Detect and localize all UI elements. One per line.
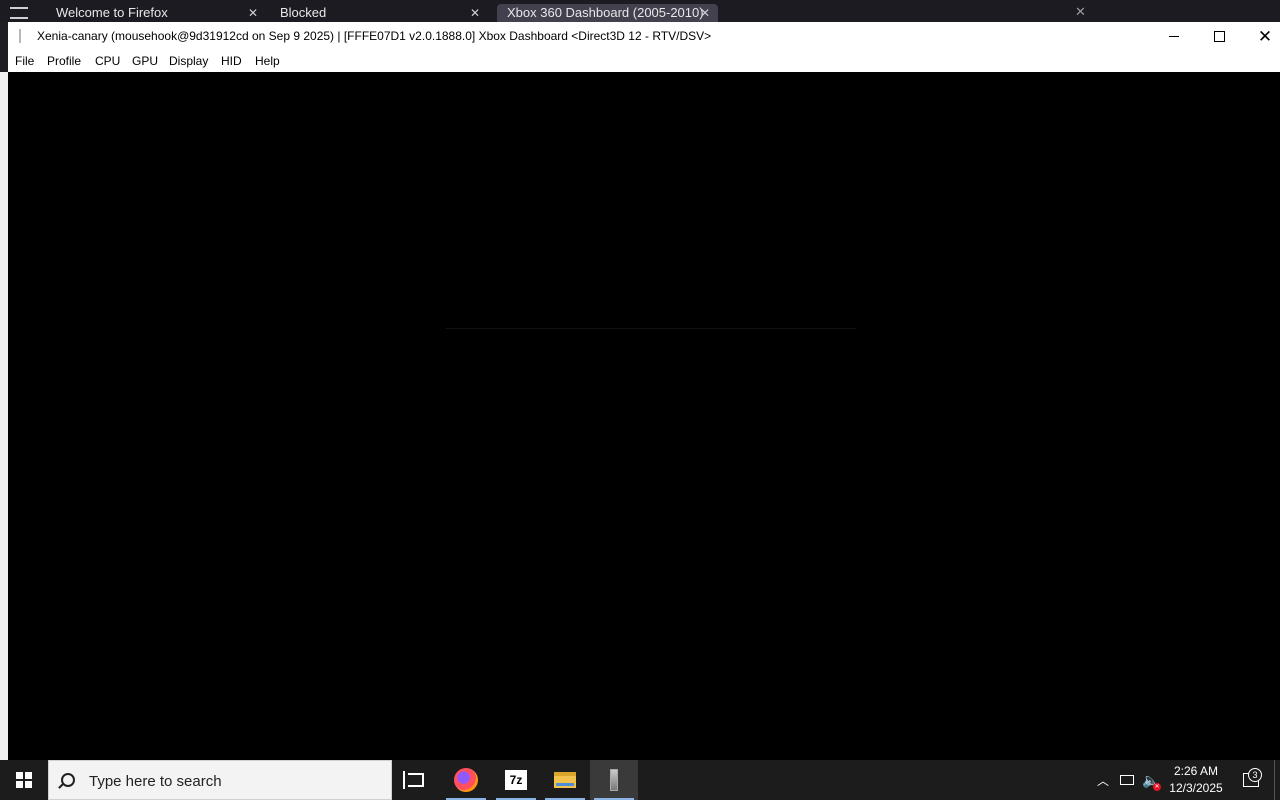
- taskbar-firefox[interactable]: [442, 760, 490, 800]
- task-view-icon: [403, 771, 424, 789]
- taskbar-7zip[interactable]: 7z: [492, 760, 540, 800]
- 7zip-icon: 7z: [505, 770, 527, 790]
- menu-cpu[interactable]: CPU: [95, 54, 120, 68]
- browser-tab[interactable]: Blocked ✕: [270, 4, 488, 22]
- xenia-icon: [610, 769, 618, 791]
- task-view-button[interactable]: [392, 760, 440, 800]
- tab-label: Blocked: [280, 5, 327, 20]
- minimize-button[interactable]: [1151, 22, 1197, 50]
- background-window-edge: [0, 72, 8, 760]
- taskbar-xenia[interactable]: [590, 760, 638, 800]
- notification-count: 3: [1248, 768, 1262, 782]
- browser-tab-active[interactable]: Xbox 360 Dashboard (2005-2010) ✕: [497, 4, 718, 22]
- background-browser-tabstrip: Welcome to Firefox ✕ Blocked ✕ Xbox 360 Da…: [0, 0, 1280, 22]
- maximize-button[interactable]: [1196, 22, 1242, 50]
- app-icon: [19, 29, 27, 43]
- close-icon[interactable]: ✕: [700, 4, 710, 22]
- volume-button[interactable]: 🔈 ✕: [1140, 760, 1162, 800]
- xenia-window: Xenia-canary (mousehook@9d31912cd on Sep…: [8, 22, 1280, 760]
- action-center-button[interactable]: 3: [1234, 760, 1268, 800]
- taskbar: Type here to search 7z ︿ 🔈 ✕ 2:26 AM 12/…: [0, 760, 1280, 800]
- tab-label: Xbox 360 Dashboard (2005-2010): [507, 5, 704, 20]
- window-title: Xenia-canary (mousehook@9d31912cd on Sep…: [37, 29, 712, 43]
- tab-label: Welcome to Firefox: [56, 5, 168, 20]
- close-icon[interactable]: ✕: [470, 4, 480, 22]
- menu-help[interactable]: Help: [255, 54, 280, 68]
- minimize-icon: [1169, 35, 1179, 37]
- windows-logo-icon: [16, 772, 32, 788]
- close-button[interactable]: ✕: [1242, 22, 1280, 50]
- search-icon: [61, 773, 75, 787]
- title-bar[interactable]: Xenia-canary (mousehook@9d31912cd on Sep…: [8, 22, 1280, 50]
- network-button[interactable]: [1116, 760, 1138, 800]
- menu-bar: File Profile CPU GPU Display HID Help: [8, 50, 1280, 72]
- menu-display[interactable]: Display: [169, 54, 208, 68]
- chevron-up-icon: ︿: [1096, 773, 1109, 788]
- clock-date: 12/3/2025: [1169, 781, 1223, 795]
- browser-tab[interactable]: Welcome to Firefox ✕: [46, 4, 266, 22]
- folder-icon: [554, 772, 576, 788]
- clock[interactable]: 2:26 AM 12/3/2025: [1164, 760, 1228, 800]
- muted-badge-icon: ✕: [1153, 783, 1161, 791]
- start-button[interactable]: [0, 760, 48, 800]
- taskbar-file-explorer[interactable]: [541, 760, 589, 800]
- loading-line: [446, 328, 856, 329]
- show-desktop-button[interactable]: [1274, 760, 1280, 800]
- list-all-tabs-icon[interactable]: [10, 7, 28, 19]
- menu-profile[interactable]: Profile: [47, 54, 81, 68]
- firefox-icon: [454, 768, 478, 792]
- clock-time: 2:26 AM: [1173, 764, 1219, 778]
- show-hidden-icons-button[interactable]: ︿: [1094, 760, 1112, 800]
- menu-gpu[interactable]: GPU: [132, 54, 158, 68]
- close-icon: ✕: [1257, 26, 1273, 46]
- search-placeholder: Type here to search: [89, 773, 222, 790]
- close-icon[interactable]: ✕: [1075, 4, 1086, 20]
- network-icon: [1120, 775, 1134, 785]
- menu-hid[interactable]: HID: [221, 54, 242, 68]
- close-icon[interactable]: ✕: [248, 4, 258, 22]
- search-box[interactable]: Type here to search: [48, 760, 392, 800]
- render-viewport[interactable]: [8, 72, 1280, 760]
- menu-file[interactable]: File: [15, 54, 34, 68]
- maximize-icon: [1213, 30, 1225, 42]
